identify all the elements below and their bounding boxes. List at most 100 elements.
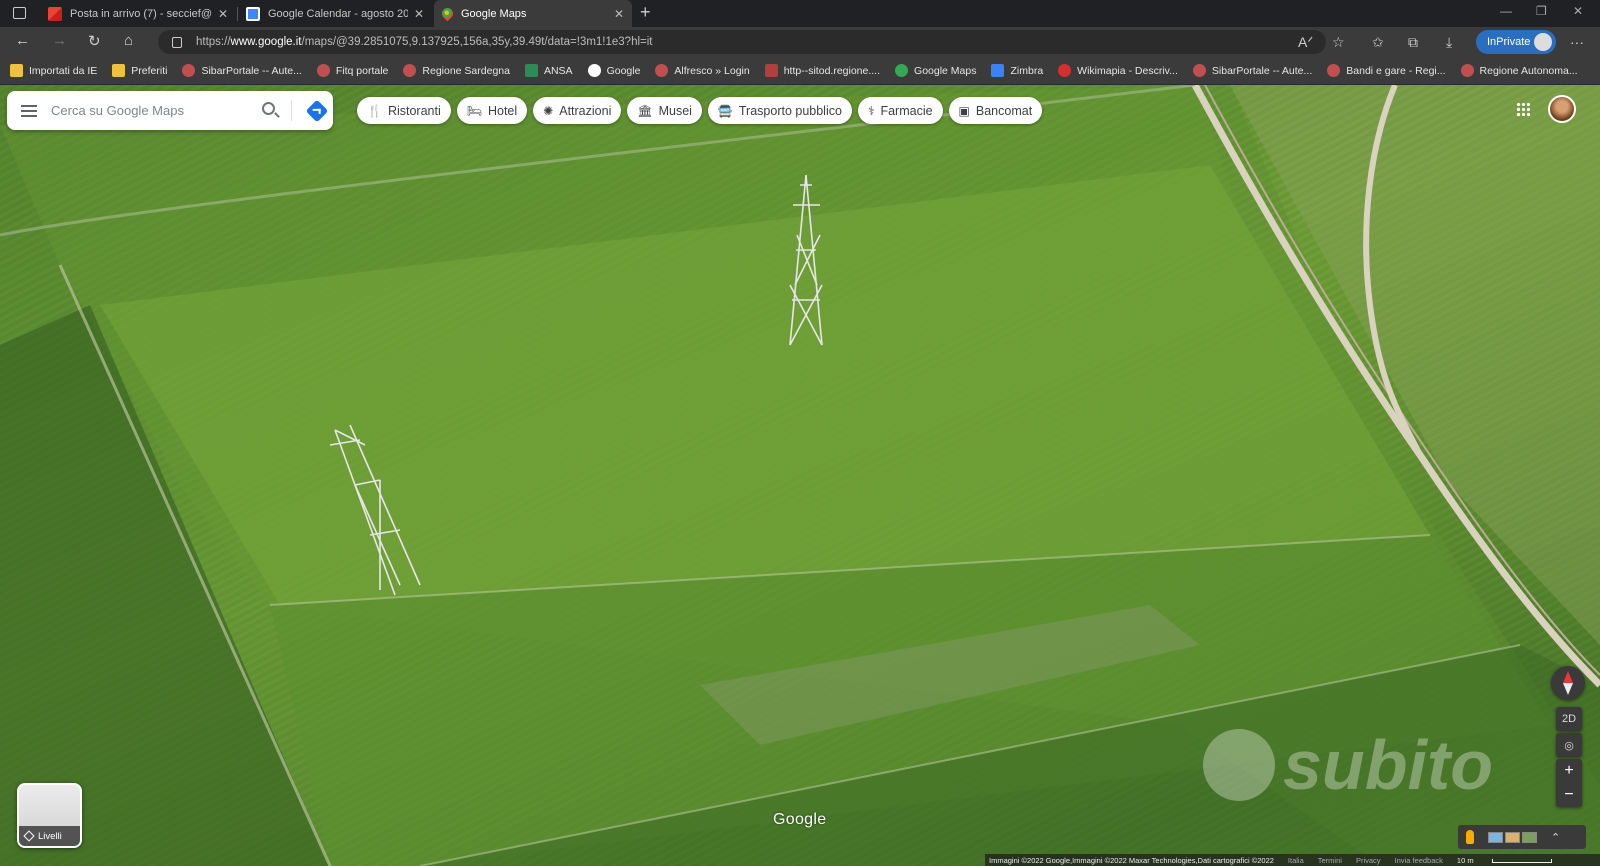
maps-icon xyxy=(439,5,456,22)
chip-hotel[interactable]: 🛏 Hotel xyxy=(456,97,528,124)
fork-knife-icon: 🍴 xyxy=(367,103,382,118)
favorite-label: SibarPortale -- Aute... xyxy=(1211,64,1313,77)
favorite-item[interactable]: http--sitod.regione.... xyxy=(764,64,880,77)
read-aloud-icon[interactable]: A͏ᐟ xyxy=(1298,34,1313,51)
my-location-icon[interactable]: ◎ xyxy=(1556,733,1582,757)
tab-gmail[interactable]: Posta in arrivo (7) - seccief@gm... ✕ xyxy=(40,0,236,27)
favorite-item[interactable]: Zimbra xyxy=(991,64,1043,77)
tab-calendar[interactable]: Google Calendar - agosto 2022 ✕ xyxy=(238,0,432,27)
profile-avatar xyxy=(1534,33,1552,51)
scale[interactable]: 10 m xyxy=(1457,856,1566,865)
google-apps-icon[interactable] xyxy=(1516,102,1531,117)
url-path: /maps/@39.2851075,9.137925,156a,35y,39.4… xyxy=(301,36,653,48)
footer-link-privacy[interactable]: Privacy xyxy=(1356,856,1381,865)
favorite-item[interactable]: Google Maps xyxy=(895,64,976,77)
menu-icon[interactable] xyxy=(7,109,51,112)
favorite-label: Regione Autonoma... xyxy=(1479,64,1578,77)
close-icon[interactable]: ✕ xyxy=(218,7,228,21)
layers-button[interactable]: Livelli xyxy=(17,783,82,848)
region-crest-icon xyxy=(655,64,669,77)
close-icon[interactable]: ✕ xyxy=(414,7,424,21)
collections-icon[interactable]: ⧉ xyxy=(1408,34,1418,51)
favorite-label: Fitq portale xyxy=(335,64,389,77)
search-icon[interactable] xyxy=(262,102,275,115)
restore-icon[interactable]: ❐ xyxy=(1536,4,1547,18)
close-window-icon[interactable]: ✕ xyxy=(1573,4,1583,18)
zoom-controls: + − xyxy=(1556,759,1582,807)
favorite-label: Wikimapia - Descriv... xyxy=(1077,64,1178,77)
favorites-icon[interactable]: ✩ xyxy=(1372,34,1384,51)
expand-icon[interactable]: ⌃ xyxy=(1551,831,1560,844)
minimize-icon[interactable]: — xyxy=(1500,4,1512,18)
atm-icon: ▣ xyxy=(958,103,970,118)
forward-icon[interactable]: → xyxy=(52,32,67,49)
favorite-item[interactable]: Preferiti xyxy=(112,64,167,77)
chip-label: Ristoranti xyxy=(387,103,441,118)
region-crest-icon xyxy=(1327,64,1341,77)
favorite-label: Preferiti xyxy=(131,64,168,77)
favorite-label: Google Maps xyxy=(914,64,977,77)
chip-ristoranti[interactable]: 🍴 Ristoranti xyxy=(357,97,451,124)
inprivate-button[interactable]: InPrivate xyxy=(1476,30,1556,54)
zoom-out-button[interactable]: − xyxy=(1556,783,1582,807)
chip-attrazioni[interactable]: ✺ Attrazioni xyxy=(533,97,622,124)
watermark-text: subito xyxy=(1283,726,1493,804)
imagery-thumb[interactable] xyxy=(1522,831,1537,843)
compass-icon[interactable] xyxy=(1551,666,1585,700)
search-input[interactable] xyxy=(51,103,241,118)
favorite-item[interactable]: SibarPortale -- Aute... xyxy=(182,64,302,77)
pegman-icon[interactable] xyxy=(1466,830,1474,844)
tab-label: Posta in arrivo (7) - seccief@gm... xyxy=(70,7,212,20)
toggle-2d-button[interactable]: 2D xyxy=(1556,707,1582,731)
favorite-item[interactable]: Importati da IE xyxy=(10,64,97,77)
imagery-thumb[interactable] xyxy=(1505,831,1520,843)
chip-bancomat[interactable]: ▣ Bancomat xyxy=(948,97,1043,124)
zoom-in-button[interactable]: + xyxy=(1556,759,1582,783)
subito-logo-icon xyxy=(1203,729,1275,801)
chip-label: Trasporto pubblico xyxy=(738,103,842,118)
refresh-icon[interactable]: ↻ xyxy=(88,32,101,50)
imagery-thumb[interactable] xyxy=(1488,831,1503,843)
layers-label: Livelli xyxy=(38,830,62,842)
favorite-label: Regione Sardegna xyxy=(422,64,510,77)
subito-watermark: subito xyxy=(1203,725,1493,805)
download-icon[interactable]: ⤓ xyxy=(1446,34,1452,51)
favorite-item[interactable]: Wikimapia - Descriv... xyxy=(1058,64,1178,77)
chip-trasporto-pubblico[interactable]: 🚍 Trasporto pubblico xyxy=(707,97,852,124)
new-tab-button[interactable]: + xyxy=(640,2,651,23)
footer-link-terms[interactable]: Termini xyxy=(1318,856,1342,865)
chip-musei[interactable]: 🏛 Musei xyxy=(627,97,702,124)
museum-icon: 🏛 xyxy=(637,103,653,118)
tab-google-maps[interactable]: Google Maps ✕ xyxy=(434,0,632,27)
add-favorite-icon[interactable]: ☆ xyxy=(1332,34,1345,51)
favorite-item[interactable]: Bandi e gare - Regi... xyxy=(1327,64,1446,77)
chip-farmacie[interactable]: ⚕ Farmacie xyxy=(857,97,943,124)
account-avatar[interactable] xyxy=(1548,95,1576,123)
favorite-item[interactable]: Fitq portale xyxy=(316,64,389,77)
more-icon[interactable]: ··· xyxy=(1570,34,1584,50)
favorite-item[interactable]: SibarPortale -- Aute... xyxy=(1192,64,1313,77)
tab-actions-icon[interactable] xyxy=(13,7,26,19)
back-icon[interactable]: ← xyxy=(15,32,30,49)
favorite-item[interactable]: Regione Autonoma... xyxy=(1460,64,1578,77)
attribution-text: Immagini ©2022 Google,Immagini ©2022 Max… xyxy=(989,855,1274,865)
footer-link-feedback[interactable]: Invia feedback xyxy=(1395,856,1443,865)
favorite-item[interactable]: ANSA xyxy=(524,64,573,77)
map-canvas[interactable]: 🍴 Ristoranti 🛏 Hotel ✺ Attrazioni 🏛 Musei 🚍 Trasp… xyxy=(0,85,1600,866)
favorite-item[interactable]: Regione Sardegna xyxy=(403,64,510,77)
lock-icon[interactable] xyxy=(172,36,182,48)
bus-icon: 🚍 xyxy=(717,103,733,118)
zimbra-icon xyxy=(991,64,1005,77)
calendar-icon xyxy=(246,6,260,21)
address-bar[interactable]: https://www.google.it/maps/@39.2851075,9… xyxy=(158,30,1326,54)
favorite-item[interactable]: Google xyxy=(587,64,640,77)
inprivate-label: InPrivate xyxy=(1487,36,1531,48)
directions-icon[interactable] xyxy=(305,99,329,123)
region-crest-icon xyxy=(1192,64,1206,77)
url-prefix: https:// xyxy=(196,36,231,48)
footer-link-country[interactable]: Italia xyxy=(1288,856,1304,865)
close-icon[interactable]: ✕ xyxy=(614,7,624,21)
favorite-label: Importati da IE xyxy=(29,64,98,77)
home-icon[interactable]: ⌂ xyxy=(124,32,133,49)
favorite-item[interactable]: Alfresco » Login xyxy=(655,64,750,77)
